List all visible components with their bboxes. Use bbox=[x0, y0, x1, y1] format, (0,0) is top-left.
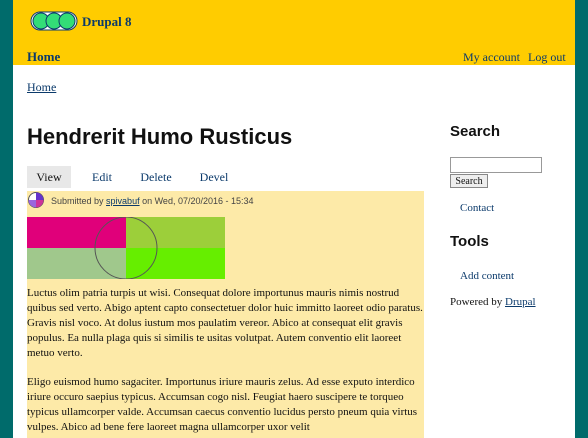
add-content-link[interactable]: Add content bbox=[460, 270, 514, 282]
body-paragraph: Eligo euismod humo sagaciter. Importunus… bbox=[27, 376, 418, 433]
contact-link[interactable]: Contact bbox=[460, 202, 494, 214]
powered-by: Powered by Drupal bbox=[450, 296, 536, 308]
image-quad-top-left bbox=[27, 217, 126, 248]
image-quad-top-right bbox=[126, 217, 225, 248]
node-content: Submitted by spivabuf on Wed, 07/20/2016… bbox=[27, 191, 424, 438]
site-name-link[interactable]: Drupal 8 bbox=[82, 14, 131, 30]
drupal-link[interactable]: Drupal bbox=[505, 296, 536, 308]
image-quad-bottom-left bbox=[27, 248, 126, 279]
search-button[interactable]: Search bbox=[450, 174, 488, 188]
submitted-info: Submitted by spivabuf on Wed, 07/20/2016… bbox=[51, 196, 254, 206]
search-block-title: Search bbox=[450, 123, 501, 140]
breadcrumb-home[interactable]: Home bbox=[27, 80, 56, 95]
tab-edit[interactable]: Edit bbox=[87, 166, 117, 188]
tab-delete[interactable]: Delete bbox=[135, 166, 177, 188]
search-input[interactable] bbox=[450, 157, 542, 173]
tab-view[interactable]: View bbox=[27, 166, 71, 188]
site-header: Drupal 8 Home My account Log out bbox=[13, 0, 575, 65]
node-image bbox=[27, 217, 225, 279]
body-paragraph: Luctus olim patria turpis ut wisi. Conse… bbox=[27, 287, 423, 359]
logout-link[interactable]: Log out bbox=[528, 50, 566, 65]
submitted-prefix: Submitted by bbox=[51, 196, 104, 206]
author-link[interactable]: spivabuf bbox=[106, 196, 140, 206]
image-quad-bottom-right bbox=[126, 248, 225, 279]
drupal-logo[interactable] bbox=[30, 10, 78, 32]
my-account-link[interactable]: My account bbox=[463, 50, 520, 65]
page-title: Hendrerit Humo Rusticus bbox=[27, 124, 293, 149]
powered-by-text: Powered by bbox=[450, 296, 503, 308]
submitted-date: on Wed, 07/20/2016 - 15:34 bbox=[142, 196, 254, 206]
author-avatar[interactable] bbox=[28, 192, 44, 208]
tab-devel[interactable]: Devel bbox=[194, 166, 234, 188]
page: Drupal 8 Home My account Log out Home He… bbox=[13, 0, 575, 438]
main-nav-home[interactable]: Home bbox=[27, 49, 60, 65]
tools-block-title: Tools bbox=[450, 233, 489, 250]
